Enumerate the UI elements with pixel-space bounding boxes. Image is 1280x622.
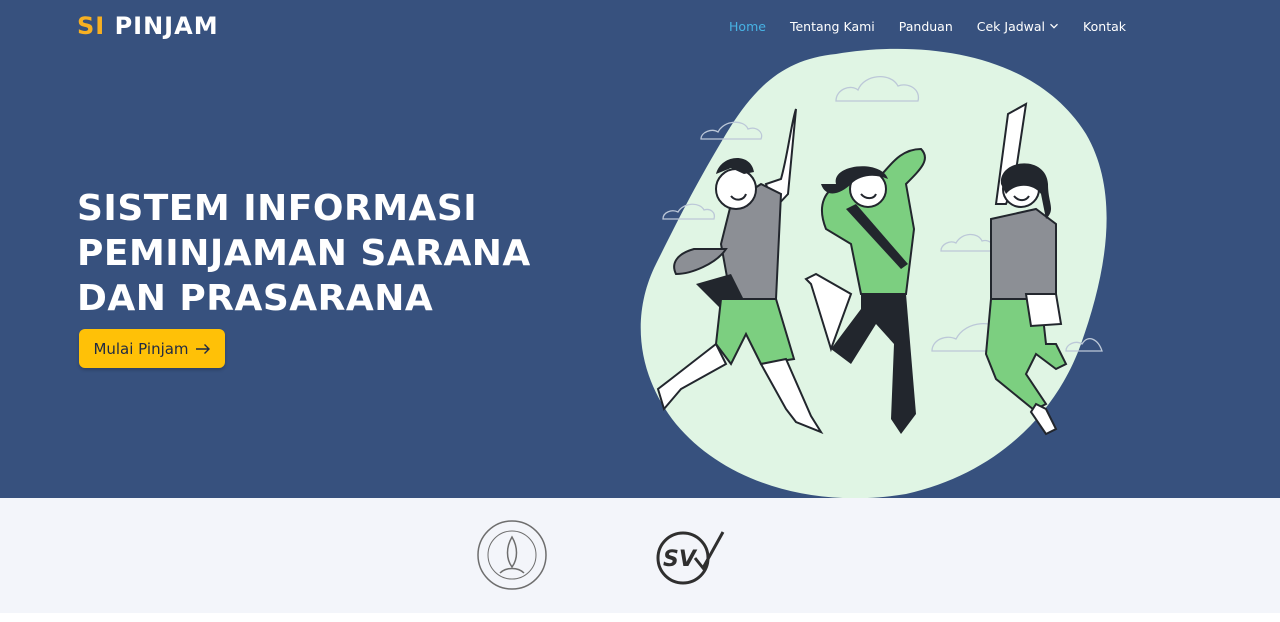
nav-panduan[interactable]: Panduan	[899, 19, 953, 34]
hero-title-line-2: PEMINJAMAN SARANA	[77, 233, 531, 274]
brand-prefix: SI	[77, 12, 106, 40]
sv-logo-text: SV	[663, 547, 698, 572]
nav-cek-jadwal-label: Cek Jadwal	[976, 18, 1046, 34]
arrow-right-icon	[195, 343, 210, 354]
nav-kontak[interactable]: Kontak	[1083, 19, 1126, 34]
brand-logo[interactable]: SI PINJAM	[77, 12, 219, 40]
nav-cek-jadwal[interactable]: Cek Jadwal	[977, 19, 1059, 34]
mulai-pinjam-button[interactable]: Mulai Pinjam	[79, 329, 225, 368]
nav-tentang-kami[interactable]: Tentang Kami	[790, 19, 875, 34]
hero-illustration	[640, 48, 1107, 498]
hero-title-line-1: SISTEM INFORMASI	[77, 188, 478, 229]
chevron-down-icon	[1050, 23, 1059, 29]
page-bottom-gap	[0, 613, 1280, 622]
brand-name: PINJAM	[114, 12, 219, 40]
nav-home[interactable]: Home	[729, 19, 766, 34]
hero-title: SISTEM INFORMASI PEMINJAMAN SARANA DAN P…	[77, 186, 531, 321]
partner-logos: SV	[0, 498, 1280, 613]
hero-title-line-3: DAN PRASARANA	[77, 278, 434, 319]
sv-logo: SV	[656, 531, 725, 585]
university-seal-logo	[477, 520, 547, 590]
mulai-pinjam-label: Mulai Pinjam	[93, 339, 189, 358]
hero-section: SI PINJAM Home Tentang Kami Panduan Cek …	[0, 0, 1280, 498]
